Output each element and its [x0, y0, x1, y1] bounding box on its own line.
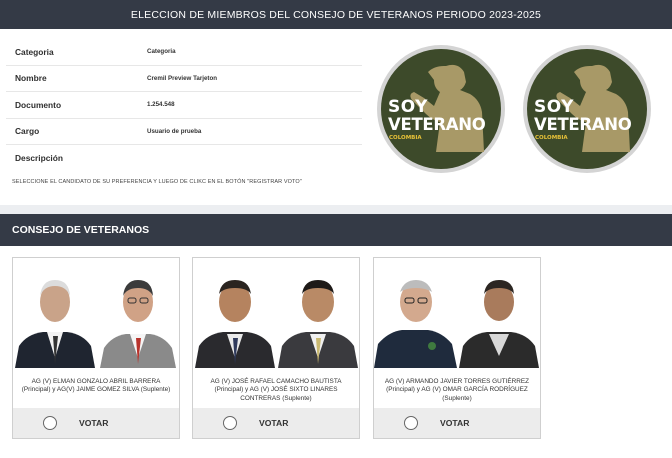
info-label: Cargo: [15, 126, 40, 137]
info-label: Descripción: [15, 153, 63, 164]
info-value: 1.254.548: [147, 101, 175, 109]
info-row-nombre: Nombre Cremil Preview Tarjeton: [6, 66, 362, 92]
candidate-card[interactable]: AG (V) ELMAN GONZALO ABRIL BARRERA (Prin…: [12, 257, 180, 439]
info-row-descripcion: Descripción: [6, 145, 362, 172]
vote-radio[interactable]: [43, 416, 57, 430]
vote-label[interactable]: VOTAR: [259, 418, 288, 428]
info-label: Categoria: [15, 46, 54, 57]
candidate-card[interactable]: AG (V) ARMANDO JAVIER TORRES GUTIÉRREZ (…: [373, 257, 541, 439]
logo-text-veterano: VETERANO: [388, 115, 486, 134]
candidate-photo-principal: [193, 258, 276, 368]
candidate-names: AG (V) ELMAN GONZALO ABRIL BARRERA (Prin…: [21, 378, 171, 394]
candidate-photo-principal: [374, 258, 457, 368]
candidate-photos: [13, 258, 179, 368]
candidate-photo-suplente: [276, 258, 359, 368]
logo-text-soy: SOY: [534, 97, 574, 117]
candidate-names: AG (V) JOSÉ RAFAEL CAMACHO BAUTISTA (Pri…: [210, 378, 342, 402]
info-row-documento: Documento 1.254.548: [6, 92, 362, 119]
soy-veterano-logo: SOY VETERANO COLOMBIA: [522, 44, 652, 174]
vote-label[interactable]: VOTAR: [440, 418, 469, 428]
info-label: Documento: [15, 99, 62, 110]
candidate-photo-principal: [13, 258, 96, 368]
logo-text-soy: SOY: [388, 97, 428, 117]
info-value: Cremil Preview Tarjeton: [147, 74, 218, 82]
candidate-photo-suplente: [96, 258, 179, 368]
vote-radio[interactable]: [223, 416, 237, 430]
voting-instruction: SELECCIONE EL CANDIDATO DE SU PREFERENCI…: [12, 179, 302, 185]
logo-text-colombia: COLOMBIA: [389, 135, 422, 141]
info-row-categoria: Categoria Categoria: [6, 39, 362, 66]
voter-info-table: Categoria Categoria Nombre Cremil Previe…: [6, 39, 362, 172]
vote-row[interactable]: VOTAR: [193, 408, 359, 438]
election-title: ELECCION DE MIEMBROS DEL CONSEJO DE VETE…: [130, 8, 542, 21]
section-title: CONSEJO DE VETERANOS: [12, 224, 150, 236]
vote-label[interactable]: VOTAR: [79, 418, 108, 428]
vote-radio[interactable]: [404, 416, 418, 430]
candidate-photo-suplente: [457, 258, 540, 368]
vote-row[interactable]: VOTAR: [374, 408, 540, 438]
section-header: CONSEJO DE VETERANOS: [0, 214, 672, 246]
candidate-names: AG (V) ARMANDO JAVIER TORRES GUTIÉRREZ (…: [384, 378, 530, 402]
info-label: Nombre: [15, 73, 47, 84]
logo-text-veterano: VETERANO: [534, 115, 632, 134]
voter-info-panel: Categoria Categoria Nombre Cremil Previe…: [0, 29, 672, 205]
info-value: Categoria: [147, 48, 176, 56]
soy-veterano-logo: SOY VETERANO COLOMBIA: [376, 44, 506, 174]
logo-text-colombia: COLOMBIA: [535, 135, 568, 141]
election-title-bar: ELECCION DE MIEMBROS DEL CONSEJO DE VETE…: [0, 0, 672, 29]
info-row-cargo: Cargo Usuario de prueba: [6, 119, 362, 145]
candidate-photos: [193, 258, 359, 368]
candidate-card[interactable]: AG (V) JOSÉ RAFAEL CAMACHO BAUTISTA (Pri…: [192, 257, 360, 439]
candidate-photos: [374, 258, 540, 368]
info-value: Usuario de prueba: [147, 127, 202, 135]
vote-row[interactable]: VOTAR: [13, 408, 179, 438]
